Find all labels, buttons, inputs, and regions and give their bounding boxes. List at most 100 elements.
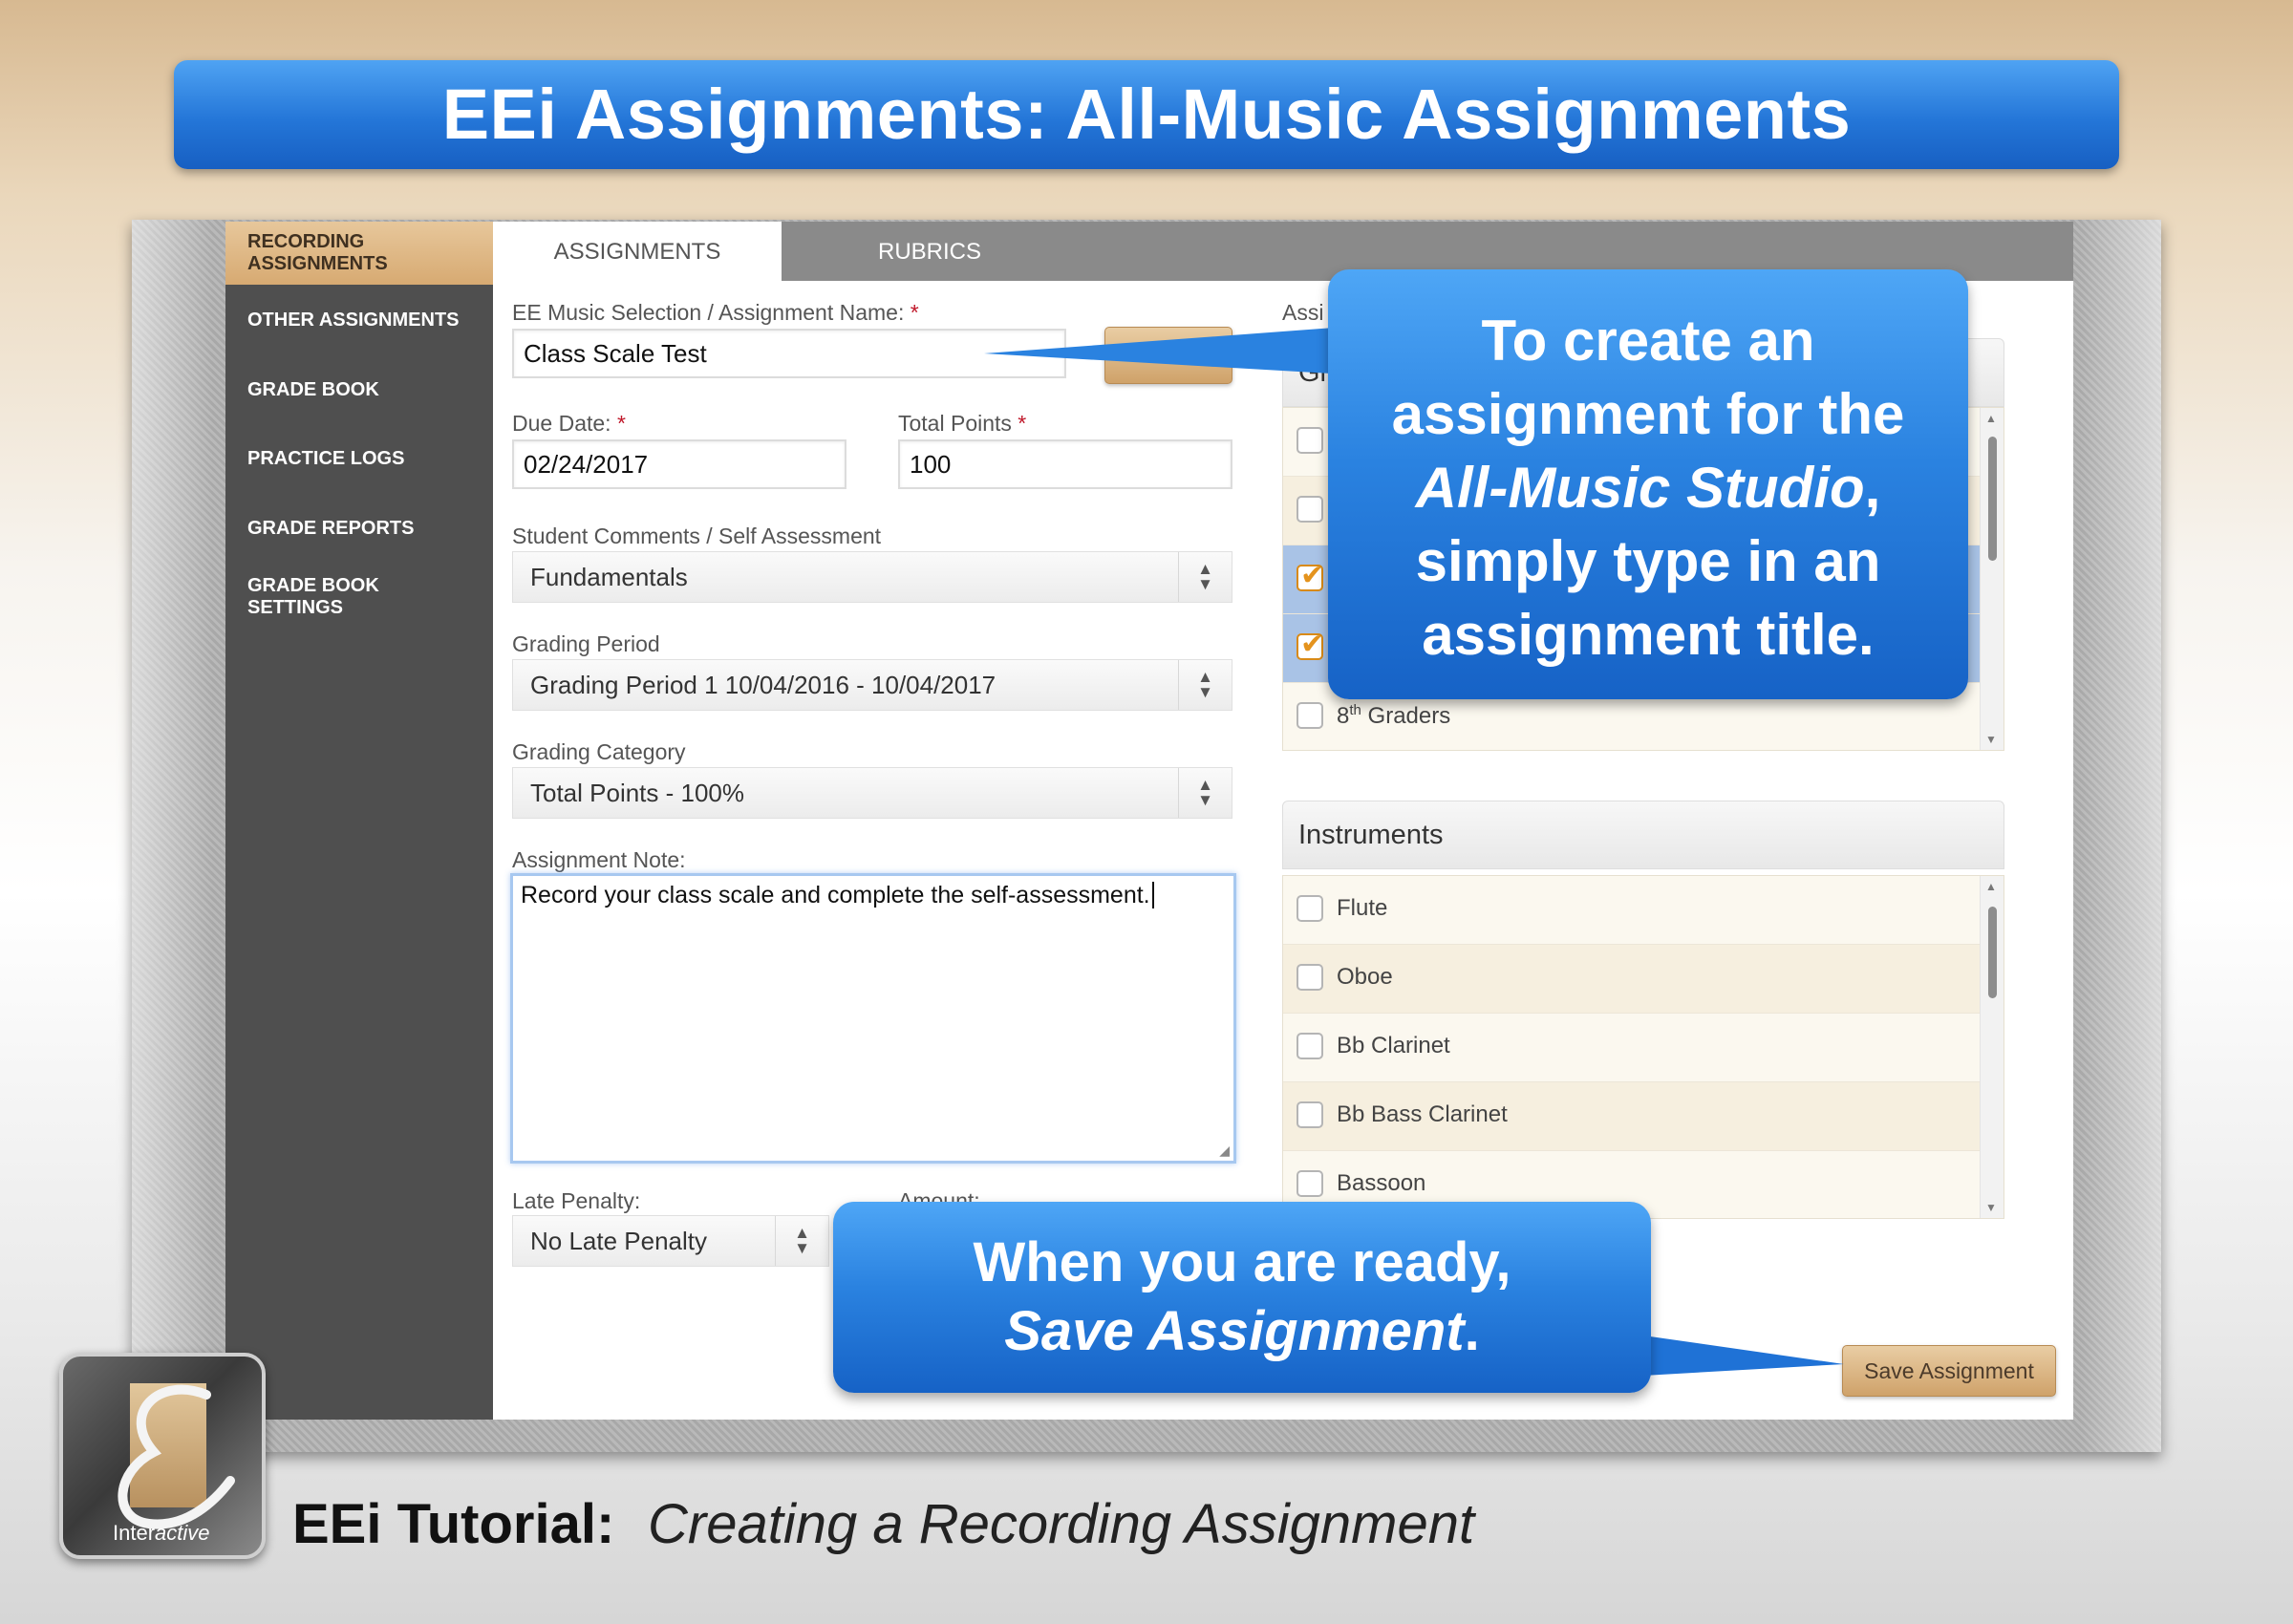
list-item-label: Bassoon bbox=[1337, 1170, 1426, 1196]
checkbox[interactable] bbox=[1297, 964, 1323, 991]
required-mark: * bbox=[616, 411, 626, 436]
instruments-list: Flute Oboe Bb Clarinet Bb Bass Clarinet … bbox=[1282, 875, 2004, 1219]
logo-text-inter: Inter bbox=[113, 1521, 156, 1545]
tab-label: ASSIGNMENTS bbox=[553, 239, 721, 265]
callout-line: Save Assignment. bbox=[833, 1297, 1651, 1366]
grading-period-select[interactable]: Grading Period 1 10/04/2016 - 10/04/2017… bbox=[512, 659, 1232, 711]
grading-category-value: Total Points - 100% bbox=[530, 779, 745, 807]
save-assignment-callout: When you are ready, Save Assignment. bbox=[833, 1202, 1651, 1393]
grading-category-select[interactable]: Total Points - 100% ▲ ▼ bbox=[512, 767, 1232, 819]
assignment-note-label: Assignment Note: bbox=[512, 847, 686, 872]
grade-suffix: th bbox=[1349, 702, 1361, 718]
assignment-name-value: Class Scale Test bbox=[524, 339, 707, 368]
grading-category-label: Grading Category bbox=[512, 739, 686, 764]
select-arrows-icon: ▲ ▼ bbox=[1178, 660, 1232, 710]
list-item[interactable]: Oboe bbox=[1283, 945, 2004, 1014]
list-item[interactable]: Flute bbox=[1283, 876, 2004, 945]
list-item[interactable]: Bb Bass Clarinet bbox=[1283, 1082, 2004, 1151]
instruments-panel-header: Instruments bbox=[1282, 801, 2004, 869]
checkbox[interactable] bbox=[1297, 427, 1323, 454]
instruments-panel-title: Instruments bbox=[1298, 820, 1444, 850]
student-comments-value: Fundamentals bbox=[530, 563, 688, 591]
create-assignment-callout: To create an assignment for the All-Musi… bbox=[1328, 269, 1968, 699]
instruments-scrollbar[interactable]: ▲ ▼ bbox=[1980, 876, 2004, 1218]
due-date-value: 02/24/2017 bbox=[524, 450, 649, 479]
grading-period-label: Grading Period bbox=[512, 631, 660, 656]
scroll-down-icon[interactable]: ▼ bbox=[1985, 733, 1997, 746]
sidebar-item-label: ASSIGNMENTS bbox=[247, 253, 388, 274]
callout-emphasis: All-Music Studio bbox=[1415, 456, 1865, 520]
sidebar-item-grade-book[interactable]: GRADE BOOK bbox=[225, 379, 493, 401]
late-penalty-select[interactable]: No Late Penalty ▲ ▼ bbox=[512, 1215, 829, 1267]
sidebar-item-label: PRACTICE LOGS bbox=[247, 448, 405, 469]
scroll-down-icon[interactable]: ▼ bbox=[1985, 1201, 1997, 1214]
checkbox[interactable] bbox=[1297, 1170, 1323, 1197]
sidebar-item-other-assignments[interactable]: OTHER ASSIGNMENTS bbox=[225, 310, 493, 331]
grade-number: 8 bbox=[1337, 703, 1350, 729]
list-item-label: 8th Graders bbox=[1337, 702, 1450, 730]
scroll-up-icon[interactable]: ▲ bbox=[1985, 880, 1997, 893]
sidebar-item-label: SETTINGS bbox=[247, 597, 344, 618]
sidebar-item-label: RECORDING bbox=[247, 231, 365, 252]
select-arrows-icon: ▲ ▼ bbox=[1178, 552, 1232, 602]
scroll-thumb[interactable] bbox=[1988, 437, 1997, 561]
callout-line: When you are ready, bbox=[973, 1231, 1511, 1293]
scroll-up-icon[interactable]: ▲ bbox=[1985, 412, 1997, 425]
required-mark: * bbox=[1018, 411, 1027, 436]
total-points-value: 100 bbox=[910, 450, 952, 479]
sidebar-item-recording-assignments[interactable]: RECORDING ASSIGNMENTS bbox=[225, 222, 493, 285]
total-points-label: Total Points * bbox=[898, 411, 1026, 437]
save-assignment-label: Save Assignment bbox=[1864, 1358, 2034, 1383]
grade-text: Graders bbox=[1361, 703, 1451, 729]
save-assignment-button[interactable]: Save Assignment bbox=[1842, 1345, 2056, 1397]
tab-rubrics[interactable]: RUBRICS bbox=[782, 222, 1078, 281]
page-title: EEi Assignments: All-Music Assignments bbox=[441, 75, 1852, 154]
groups-scrollbar[interactable]: ▲ ▼ bbox=[1980, 408, 2004, 750]
callout-line: assignment title. bbox=[1422, 603, 1875, 667]
logo-text: Interactive bbox=[113, 1521, 210, 1546]
select-arrows-icon: ▲ ▼ bbox=[775, 1216, 828, 1266]
sidebar-item-label: GRADE BOOK bbox=[247, 575, 379, 596]
checkbox[interactable] bbox=[1297, 1033, 1323, 1059]
sidebar-item-practice-logs[interactable]: PRACTICE LOGS bbox=[225, 448, 493, 470]
checkbox-checked[interactable] bbox=[1297, 559, 1324, 592]
list-item-label: Bb Clarinet bbox=[1337, 1033, 1450, 1058]
assignment-name-input[interactable]: Class Scale Test bbox=[512, 329, 1066, 378]
student-comments-select[interactable]: Fundamentals ▲ ▼ bbox=[512, 551, 1232, 603]
late-penalty-value: No Late Penalty bbox=[530, 1227, 708, 1255]
due-date-input[interactable]: 02/24/2017 bbox=[512, 439, 846, 489]
assignment-note-value: Record your class scale and complete the… bbox=[521, 882, 1150, 908]
sidebar-item-label: GRADE REPORTS bbox=[247, 518, 415, 539]
scroll-thumb[interactable] bbox=[1988, 907, 1997, 998]
footer-title: EEi Tutorial: bbox=[292, 1493, 615, 1555]
sidebar-item-label: GRADE BOOK bbox=[247, 379, 379, 400]
list-item[interactable]: Bb Clarinet bbox=[1283, 1014, 2004, 1082]
total-points-input[interactable]: 100 bbox=[898, 439, 1232, 489]
list-item-label: Oboe bbox=[1337, 964, 1393, 990]
callout-line: assignment for the bbox=[1391, 382, 1905, 446]
list-item-label: Flute bbox=[1337, 895, 1388, 921]
checkbox[interactable] bbox=[1297, 496, 1323, 523]
sidebar: RECORDING ASSIGNMENTS OTHER ASSIGNMENTS … bbox=[225, 222, 493, 1420]
required-mark: * bbox=[910, 300, 919, 325]
assignment-name-label-text: EE Music Selection / Assignment Name: bbox=[512, 300, 905, 325]
callout-emphasis: Save Assignment bbox=[1004, 1300, 1465, 1362]
callout-line: simply type in an bbox=[1415, 529, 1881, 593]
callout-punct: , bbox=[1864, 456, 1881, 520]
page-title-banner: EEi Assignments: All-Music Assignments bbox=[174, 60, 2119, 169]
browse-button[interactable] bbox=[1104, 327, 1232, 384]
eei-logo-icon: Interactive bbox=[59, 1353, 266, 1559]
sidebar-item-grade-book-settings[interactable]: GRADE BOOK SETTINGS bbox=[225, 575, 493, 619]
sidebar-item-grade-reports[interactable]: GRADE REPORTS bbox=[225, 518, 493, 540]
assign-to-label: Assi bbox=[1282, 300, 1324, 325]
list-item-label: Bb Bass Clarinet bbox=[1337, 1101, 1508, 1127]
assignment-note-textarea[interactable]: Record your class scale and complete the… bbox=[510, 873, 1236, 1164]
resize-handle-icon[interactable]: ◢ bbox=[1219, 1143, 1230, 1159]
callout-line: All-Music Studio, bbox=[1328, 451, 1968, 524]
checkbox[interactable] bbox=[1297, 702, 1323, 729]
checkbox[interactable] bbox=[1297, 1101, 1323, 1128]
checkbox[interactable] bbox=[1297, 895, 1323, 922]
checkbox-checked[interactable] bbox=[1297, 628, 1324, 661]
tab-assignments[interactable]: ASSIGNMENTS bbox=[493, 222, 782, 281]
due-date-label: Due Date: * bbox=[512, 411, 626, 437]
